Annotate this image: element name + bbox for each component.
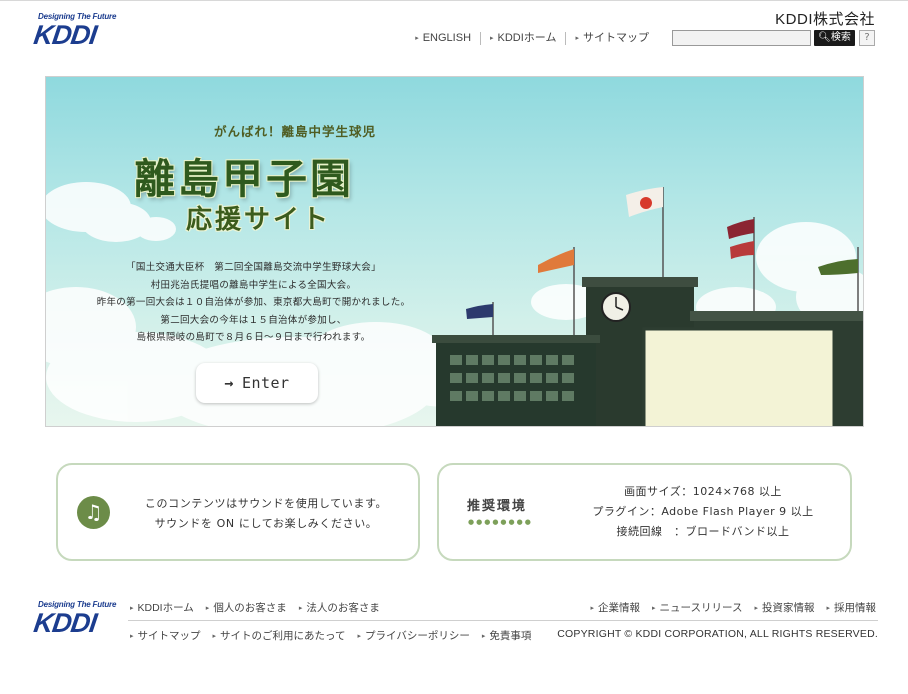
hero-title-line2: 応援サイト <box>186 205 332 235</box>
sound-notice-box: ♫ このコンテンツはサウンドを使用しています。 サウンドを ON にしてお楽しみ… <box>56 463 420 561</box>
triangle-right-icon: ▸ <box>415 35 419 42</box>
environment-line: プラグイン：Adobe Flash Player 9 以上 <box>592 505 814 518</box>
triangle-right-icon: ▸ <box>575 35 579 42</box>
footer-link-privacy[interactable]: ▸ プライバシーポリシー <box>358 628 470 643</box>
top-nav: ▸ ENGLISH ▸ KDDIホーム ▸ サイトマップ <box>406 32 658 45</box>
hero-description-line: 第二回大会の今年は１５自治体が参加し、 <box>160 314 347 326</box>
footer-link-company-info[interactable]: ▸ 企業情報 <box>590 600 640 615</box>
triangle-right-icon: ▸ <box>754 605 758 612</box>
footer-link-kddi-home[interactable]: ▸ KDDIホーム <box>130 600 194 615</box>
copyright: COPYRIGHT © KDDI CORPORATION, ALL RIGHTS… <box>557 628 878 640</box>
nav-sitemap[interactable]: ▸ サイトマップ <box>565 32 658 45</box>
footer-link-investors[interactable]: ▸ 投資家情報 <box>754 600 814 615</box>
triangle-right-icon: ▸ <box>490 35 494 42</box>
hero-description-line: 島根県隠岐の島町で８月６日〜９日まで行われます。 <box>136 332 371 343</box>
footer-kddi-logo[interactable]: Designing The Future KDDI <box>31 600 116 638</box>
footer-links-corporate: ▸ 企業情報 ▸ ニュースリリース ▸ 投資家情報 ▸ 採用情報 <box>578 600 876 615</box>
footer-link-personal[interactable]: ▸ 個人のお客さま <box>206 600 287 615</box>
enter-label: Enter <box>241 374 290 392</box>
hero-banner: がんばれ！離島中学生球児 離島甲子園 応援サイト 「国土交通大臣杯 第二回全国離… <box>45 76 864 427</box>
triangle-right-icon: ▸ <box>130 605 134 612</box>
footer-link-careers[interactable]: ▸ 採用情報 <box>826 600 876 615</box>
footer-divider <box>128 620 878 621</box>
hero-subtitle: がんばれ！離島中学生球児 <box>214 124 377 139</box>
hero-title: 離島甲子園 <box>134 155 354 203</box>
sound-notice-text: このコンテンツはサウンドを使用しています。 サウンドを ON にしてお楽しみくだ… <box>116 494 416 534</box>
footer-links-primary: ▸ KDDIホーム ▸ 個人のお客さま ▸ 法人のお客さま <box>130 600 392 615</box>
help-button[interactable]: ? <box>859 30 875 46</box>
environment-lines: 画面サイズ：1024×768 以上 プラグイン：Adobe Flash Play… <box>561 482 845 542</box>
logo-mark: KDDI <box>31 20 99 50</box>
triangle-right-icon: ▸ <box>590 605 594 612</box>
enter-button[interactable]: → Enter <box>196 363 318 403</box>
nav-english[interactable]: ▸ ENGLISH <box>406 32 480 45</box>
triangle-right-icon: ▸ <box>826 605 830 612</box>
triangle-right-icon: ▸ <box>130 633 134 640</box>
environment-line: 接続回線 ：ブロードバンド以上 <box>616 525 790 538</box>
nav-kddi-home[interactable]: ▸ KDDIホーム <box>480 32 565 45</box>
hero-description-line: 昨年の第一回大会は１０自治体が参加、東京都大島町で開かれました。 <box>96 297 411 308</box>
stadium-illustration <box>46 182 863 426</box>
environment-title: 推奨環境 <box>467 499 528 514</box>
music-note-icon: ♫ <box>77 496 110 529</box>
triangle-right-icon: ▸ <box>205 605 210 612</box>
footer-link-sitemap[interactable]: ▸ サイトマップ <box>130 628 201 643</box>
hero-description-line: 村田兆治氏提唱の離島中学生による全国大会。 <box>150 279 357 291</box>
company-name: KDDI株式会社 <box>775 11 875 28</box>
footer-link-business[interactable]: ▸ 法人のお客さま <box>299 600 380 615</box>
environment-box: 推奨環境 ●●●●●●●● 画面サイズ：1024×768 以上 プラグイン：Ad… <box>437 463 852 561</box>
footer-links-secondary: ▸ サイトマップ ▸ サイトのご利用にあたって ▸ プライバシーポリシー ▸ 免責事項 <box>130 628 543 643</box>
search-button[interactable]: 🔍︎検索 <box>814 30 855 46</box>
dotted-underline: ●●●●●●●● <box>468 518 533 526</box>
arrow-right-icon: → <box>224 374 234 392</box>
kddi-logo[interactable]: Designing The Future KDDI <box>31 12 116 50</box>
environment-line: 画面サイズ：1024×768 以上 <box>624 485 782 498</box>
logo-mark: KDDI <box>31 608 99 638</box>
triangle-right-icon: ▸ <box>298 605 303 612</box>
footer-link-news[interactable]: ▸ ニュースリリース <box>652 600 742 615</box>
hero-description: 「国土交通大臣杯 第二回全国離島交流中学生野球大会」 村田兆治氏提唱の離島中学生… <box>86 259 421 347</box>
search-input[interactable] <box>672 30 811 46</box>
sound-notice-line: このコンテンツはサウンドを使用しています。 <box>144 497 388 510</box>
triangle-right-icon: ▸ <box>652 605 656 612</box>
footer-link-disclaimer[interactable]: ▸ 免責事項 <box>482 628 532 643</box>
footer-link-terms[interactable]: ▸ サイトのご利用にあたって <box>213 628 346 643</box>
site-header: Designing The Future KDDI KDDI株式会社 ▸ ENGL… <box>0 0 908 70</box>
triangle-right-icon: ▸ <box>357 633 362 640</box>
hero-description-line: 「国土交通大臣杯 第二回全国離島交流中学生野球大会」 <box>126 262 381 273</box>
search-icon: 🔍︎ <box>818 32 831 43</box>
triangle-right-icon: ▸ <box>481 633 486 640</box>
triangle-right-icon: ▸ <box>212 633 217 640</box>
sound-notice-line: サウンドを ON にしてお楽しみください。 <box>154 517 378 530</box>
